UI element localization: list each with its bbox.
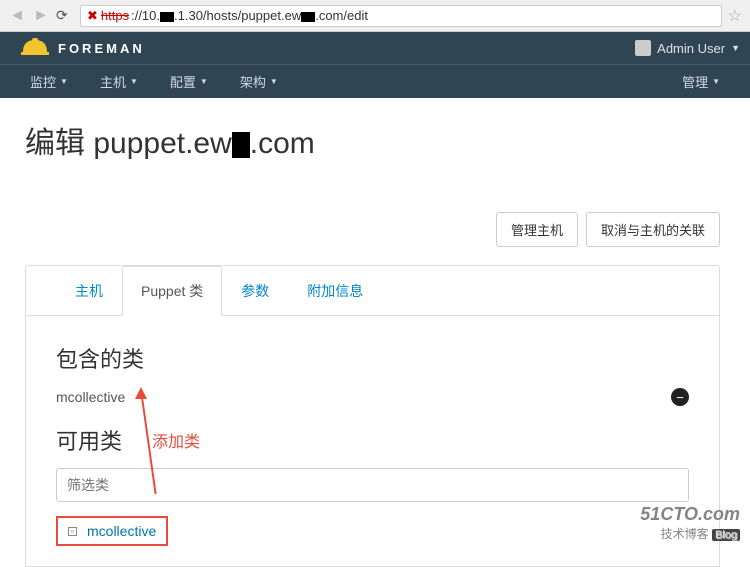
chevron-down-icon: ▼ (731, 43, 740, 53)
chevron-down-icon: ▼ (60, 77, 68, 86)
chevron-down-icon: ▼ (712, 77, 720, 86)
nav-hosts[interactable]: 主机▼ (100, 72, 138, 91)
included-class-item: mcollective − (56, 388, 689, 406)
available-class-name: mcollective (87, 523, 156, 539)
back-button[interactable]: ◄ (8, 7, 26, 25)
tab-extra[interactable]: 附加信息 (288, 266, 382, 316)
url-text: ://10..1.30/hosts/puppet.ew.com/edit (131, 8, 368, 23)
reload-button[interactable]: ⟳ (56, 7, 74, 25)
filter-classes-input[interactable] (56, 468, 689, 502)
bookmark-star-icon[interactable]: ☆ (728, 6, 742, 26)
browser-toolbar: ◄ ► ⟳ ✖ https ://10..1.30/hosts/puppet.e… (0, 0, 750, 32)
available-class-item[interactable]: ▫ mcollective (56, 516, 168, 546)
tabs: 主机 Puppet 类 参数 附加信息 (26, 266, 719, 316)
manage-host-button[interactable]: 管理主机 (496, 212, 578, 247)
watermark-line2: 技术博客 Blog (640, 525, 740, 542)
main-content: 编辑 puppet.ew.com 管理主机 取消与主机的关联 主机 Puppet… (0, 98, 750, 567)
url-scheme-struck: https (101, 8, 129, 23)
brand-text: FOREMAN (58, 41, 145, 56)
available-classes-title: 可用类 (56, 424, 122, 456)
annotation-add-class: 添加类 (152, 428, 200, 452)
expand-icon: ▫ (68, 527, 77, 536)
url-bar[interactable]: ✖ https ://10..1.30/hosts/puppet.ew.com/… (80, 5, 722, 27)
app-header: FOREMAN Admin User ▼ (0, 32, 750, 64)
nav-monitor[interactable]: 监控▼ (30, 72, 68, 91)
remove-class-icon[interactable]: − (671, 388, 689, 406)
tab-params[interactable]: 参数 (222, 266, 288, 316)
nav-config[interactable]: 配置▼ (170, 72, 208, 91)
user-label: Admin User (657, 41, 725, 56)
tab-panel: 主机 Puppet 类 参数 附加信息 包含的类 mcollective − 可… (25, 265, 720, 567)
class-name: mcollective (56, 389, 125, 405)
page-title: 编辑 puppet.ew.com (25, 118, 720, 162)
https-warning-icon: ✖ (87, 8, 98, 24)
main-nav: 监控▼ 主机▼ 配置▼ 架构▼ 管理▼ (0, 64, 750, 98)
tab-puppet[interactable]: Puppet 类 (122, 266, 222, 316)
chevron-down-icon: ▼ (200, 77, 208, 86)
tab-host[interactable]: 主机 (56, 266, 122, 316)
user-menu[interactable]: Admin User ▼ (635, 40, 740, 56)
chevron-down-icon: ▼ (130, 77, 138, 86)
tab-content: 包含的类 mcollective − 可用类 添加类 ▫ mcollective (26, 316, 719, 566)
nav-infra[interactable]: 架构▼ (240, 72, 278, 91)
watermark: 51CTO.com 技术博客 Blog (640, 504, 740, 542)
hardhat-icon (20, 36, 50, 60)
action-buttons: 管理主机 取消与主机的关联 (25, 212, 720, 247)
watermark-line1: 51CTO.com (640, 504, 740, 525)
chevron-down-icon: ▼ (270, 77, 278, 86)
brand[interactable]: FOREMAN (20, 36, 145, 60)
unlink-host-button[interactable]: 取消与主机的关联 (586, 212, 720, 247)
included-classes-title: 包含的类 (56, 342, 689, 374)
nav-admin[interactable]: 管理▼ (682, 72, 720, 91)
user-icon (635, 40, 651, 56)
forward-button[interactable]: ► (32, 7, 50, 25)
